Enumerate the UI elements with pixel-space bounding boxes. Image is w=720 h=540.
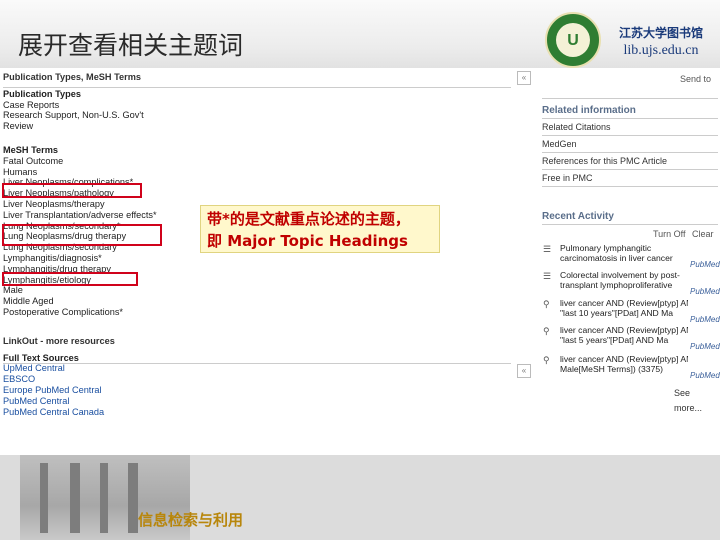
clear-link[interactable]: Clear xyxy=(692,227,714,242)
library-name: 江苏大学图书馆 xyxy=(618,26,703,40)
pubtype-item: Research Support, Non-U.S. Gov't xyxy=(3,110,144,121)
sidebar-divider xyxy=(542,152,718,153)
mesh-term[interactable]: Humans xyxy=(3,167,538,178)
activity-source: PubMed xyxy=(690,260,720,269)
activity-item[interactable]: liver cancer AND (Review[ptyp] AND "last… xyxy=(560,299,688,318)
sidebar-divider xyxy=(542,118,718,119)
sidebar-divider xyxy=(542,186,718,187)
fulltext-source-link[interactable]: UpMed Central xyxy=(3,363,538,374)
activity-item[interactable]: liver cancer AND (Review[ptyp] AND Male[… xyxy=(560,355,688,374)
mesh-term[interactable]: Lymphangitis/diagnosis* xyxy=(3,253,538,264)
callout-line: 即 Major Topic Headings xyxy=(207,232,408,250)
activity-line: "last 5 years"[PDat] AND Ma xyxy=(560,334,669,345)
callout-line: 带*的是文献重点论述的主题， xyxy=(207,210,410,228)
mesh-title: MeSH Terms xyxy=(3,144,58,155)
sidebar-divider xyxy=(542,135,718,136)
fulltext-source-link[interactable]: EBSCO xyxy=(3,374,538,385)
activity-item[interactable]: Pulmonary lymphangitic carcinomatosis in… xyxy=(560,244,688,263)
turn-off-link[interactable]: Turn Off xyxy=(653,227,686,242)
university-logo: U xyxy=(545,12,601,68)
activity-source: PubMed xyxy=(690,315,720,324)
activity-item[interactable]: liver cancer AND (Review[ptyp] AND "last… xyxy=(560,326,688,345)
related-info-title[interactable]: Related information xyxy=(542,103,636,118)
sidebar-divider xyxy=(542,224,718,225)
see-more-link[interactable]: See more... xyxy=(674,386,720,416)
search-icon: ⚲ xyxy=(543,299,550,309)
photo-column xyxy=(40,463,48,533)
related-link[interactable]: References for this PMC Article xyxy=(542,154,667,169)
fulltext-source-link[interactable]: PubMed Central Canada xyxy=(3,407,538,418)
activity-line: Male[MeSH Terms]) (3375) xyxy=(560,363,663,374)
related-link[interactable]: MedGen xyxy=(542,137,577,152)
search-icon: ⚲ xyxy=(543,326,550,336)
photo-column xyxy=(100,463,108,533)
library-url: lib.ujs.edu.cn xyxy=(623,43,699,58)
recent-activity-title[interactable]: Recent Activity xyxy=(542,209,614,224)
pubtype-item: Case Reports xyxy=(3,99,60,110)
section-divider xyxy=(3,363,511,364)
fulltext-source-link[interactable]: Europe PubMed Central xyxy=(3,385,538,396)
mesh-term[interactable]: Male xyxy=(3,285,538,296)
highlight-box-major-topic xyxy=(2,183,142,198)
activity-line: "last 10 years"[PDat] AND Ma xyxy=(560,307,674,318)
slide-header: 展开查看相关主题词 U 江苏大学图书馆 lib.ujs.edu.cn xyxy=(0,0,720,68)
activity-line: transplant lymphoproliferative xyxy=(560,279,673,290)
pubtypes-title: Publication Types xyxy=(3,88,81,99)
slide-title: 展开查看相关主题词 xyxy=(18,31,244,60)
activity-item[interactable]: Colorectal involvement by post- transpla… xyxy=(560,271,688,290)
activity-source: PubMed xyxy=(690,342,720,351)
logo-letter: U xyxy=(567,32,579,49)
send-to-link[interactable]: Send to xyxy=(680,72,711,87)
highlight-box-major-topic xyxy=(2,272,138,286)
related-link[interactable]: Related Citations xyxy=(542,120,611,135)
fulltext-source-link[interactable]: PubMed Central xyxy=(3,396,538,407)
logo-inner: U xyxy=(556,23,590,57)
photo-column xyxy=(128,463,138,533)
search-icon: ⚲ xyxy=(543,355,550,365)
major-topic-callout: 带*的是文献重点论述的主题， 即 Major Topic Headings xyxy=(200,205,440,253)
activity-line: carcinomatosis in liver cancer xyxy=(560,252,673,263)
activity-source: PubMed xyxy=(690,371,720,380)
activity-source: PubMed xyxy=(690,287,720,296)
document-icon: ☰ xyxy=(543,244,552,254)
related-link[interactable]: Free in PMC xyxy=(542,171,593,186)
mesh-term[interactable]: Postoperative Complications* xyxy=(3,307,538,318)
slide-footer xyxy=(0,455,720,540)
section-divider xyxy=(3,87,511,88)
collapse-icon[interactable]: « xyxy=(517,71,531,85)
fulltext-title: Full Text Sources xyxy=(3,352,79,363)
highlight-box-major-topic xyxy=(2,224,162,246)
section-title-linkout[interactable]: LinkOut - more resources xyxy=(3,336,538,347)
sidebar-divider xyxy=(542,98,718,99)
document-icon: ☰ xyxy=(543,271,552,281)
footer-course-title: 信息检索与利用 xyxy=(138,511,244,529)
sidebar-divider xyxy=(542,169,718,170)
pubtype-item: Review xyxy=(3,121,34,132)
photo-column xyxy=(70,463,80,533)
mesh-term[interactable]: Fatal Outcome xyxy=(3,156,538,167)
section-title-pubtypes-mesh[interactable]: Publication Types, MeSH Terms xyxy=(3,72,538,83)
mesh-term[interactable]: Middle Aged xyxy=(3,296,538,307)
collapse-icon[interactable]: « xyxy=(517,364,531,378)
